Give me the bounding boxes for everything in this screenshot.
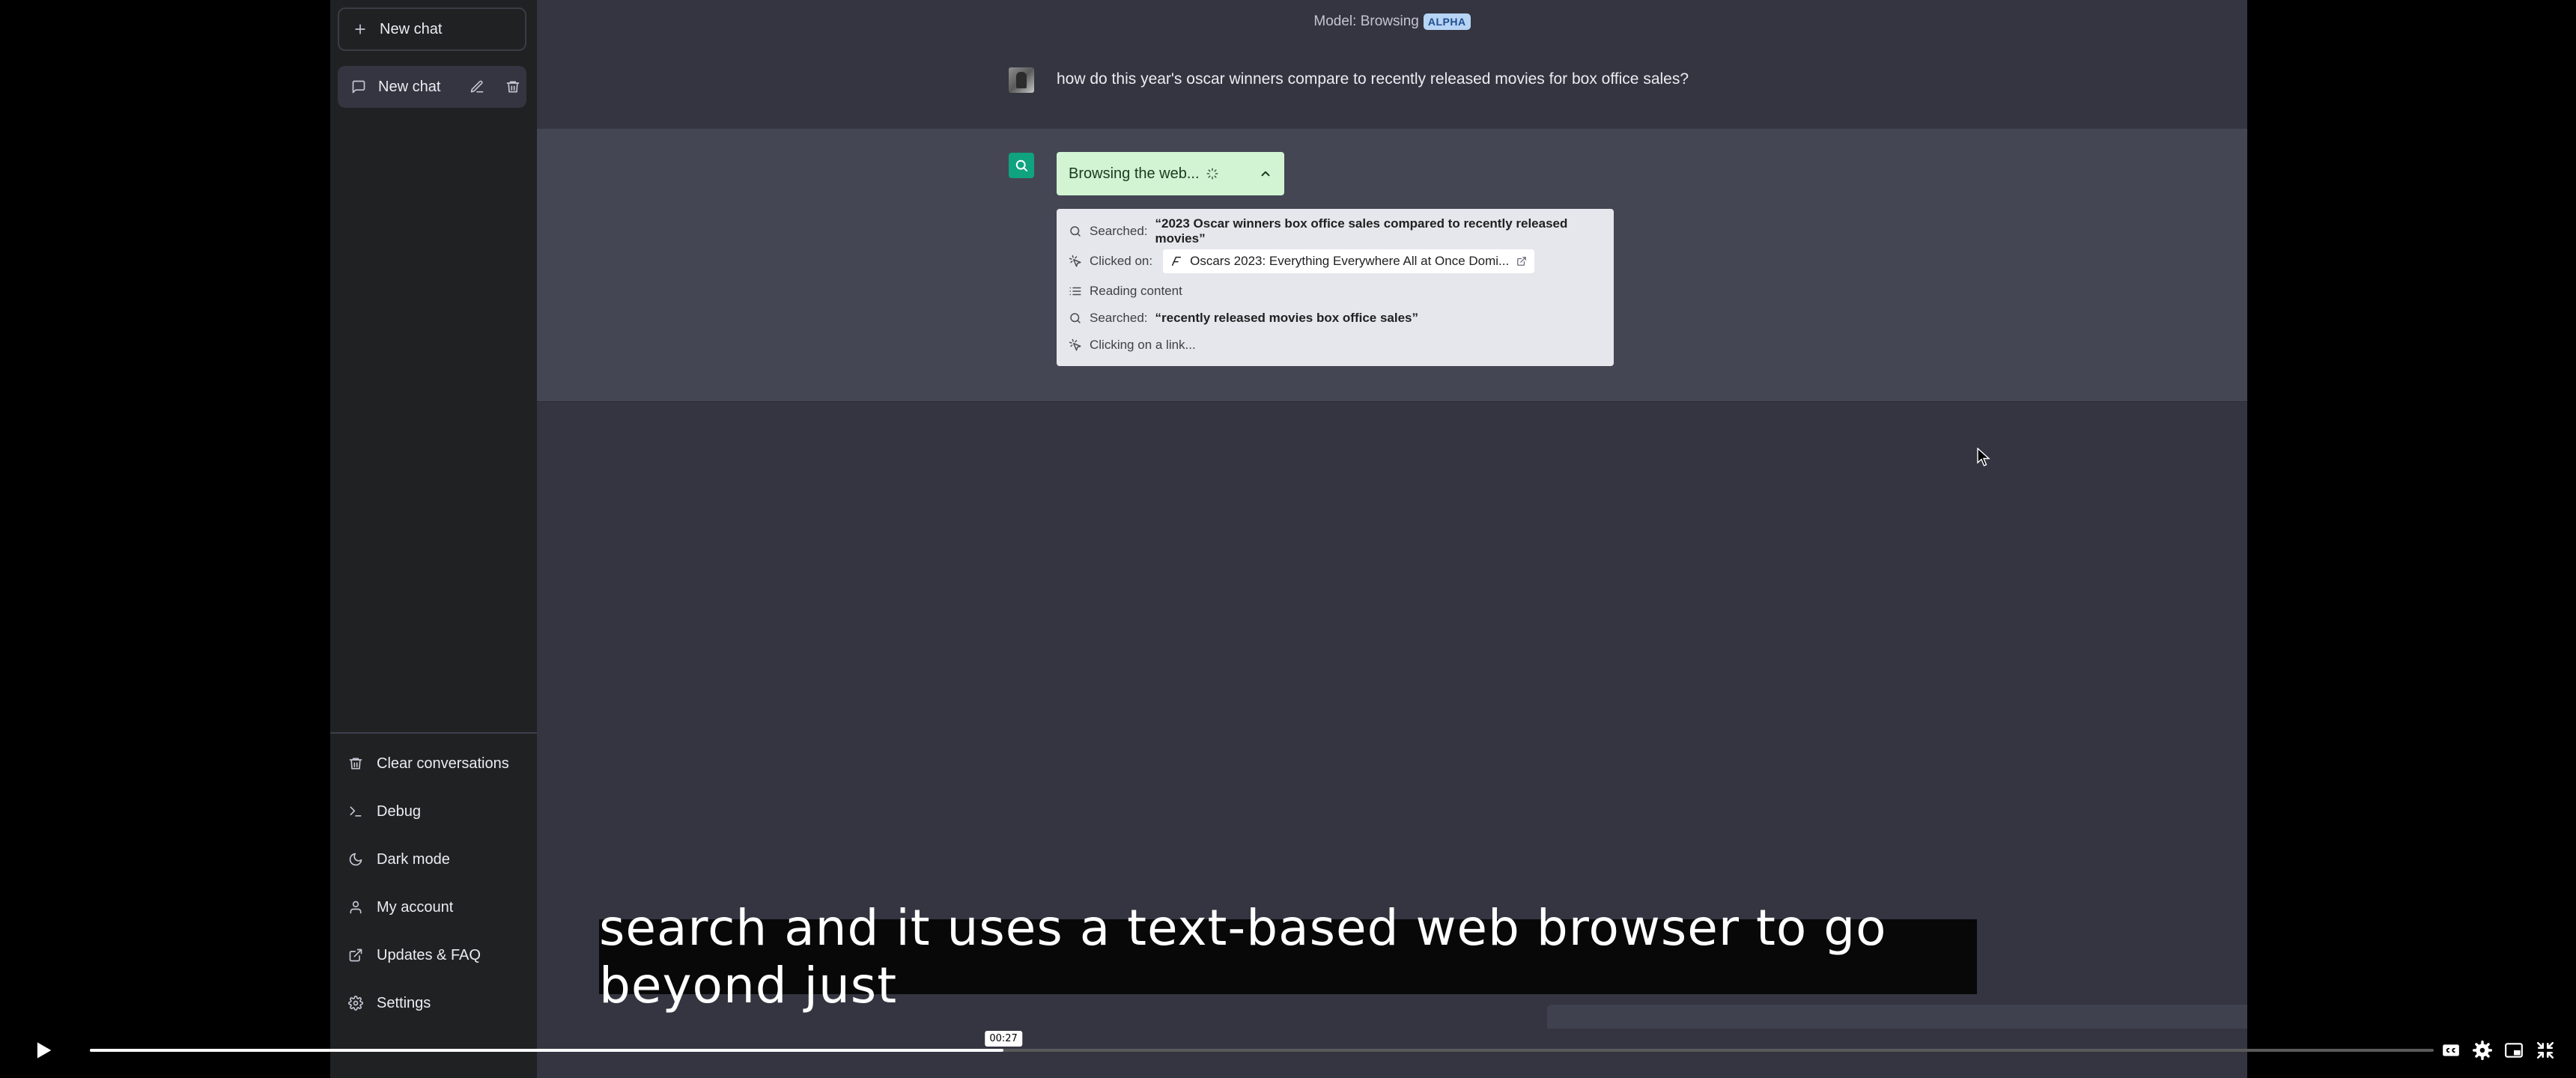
step-text: Clicking on a link... bbox=[1090, 338, 1196, 352]
plus-icon bbox=[355, 24, 365, 34]
trash-icon bbox=[506, 81, 520, 93]
mouse-cursor-icon bbox=[1977, 448, 1990, 466]
video-controls: 00:27 bbox=[0, 1030, 2576, 1078]
closed-captions-icon bbox=[2443, 1044, 2459, 1056]
gear-icon bbox=[2473, 1041, 2492, 1060]
video-settings-button[interactable] bbox=[2471, 1039, 2494, 1062]
browsing-avatar bbox=[1009, 153, 1034, 178]
cursor-click-icon bbox=[1069, 255, 1081, 267]
video-progress-track[interactable]: 00:27 bbox=[90, 1031, 2434, 1052]
message-icon bbox=[352, 80, 365, 94]
step-prefix: Searched: bbox=[1090, 311, 1148, 325]
search-icon bbox=[1070, 313, 1081, 323]
browsing-step-search: Searched: “recently released movies box … bbox=[1069, 305, 1602, 332]
menu-label: My account bbox=[377, 898, 454, 916]
menu-label: Updates & FAQ bbox=[377, 946, 481, 963]
new-chat-label: New chat bbox=[380, 20, 443, 37]
pencil-icon bbox=[470, 80, 484, 93]
captions-button[interactable] bbox=[2440, 1039, 2462, 1062]
spinner-icon bbox=[1206, 168, 1218, 180]
browsing-step-reading: Reading content bbox=[1069, 278, 1602, 305]
video-current-time: 00:27 bbox=[985, 1031, 1022, 1047]
gear-icon bbox=[348, 996, 363, 1011]
sidebar-menu: Clear conversations Debug Dark mode My a… bbox=[330, 732, 537, 1027]
site-favicon-icon bbox=[1172, 256, 1182, 267]
step-query: “recently released movies box office sal… bbox=[1155, 311, 1419, 325]
list-icon bbox=[1069, 287, 1081, 296]
step-prefix: Clicked on: bbox=[1090, 254, 1153, 268]
user-avatar bbox=[1009, 67, 1034, 93]
edit-chat-button[interactable] bbox=[467, 76, 487, 97]
sidebar: New chat New chat Clear conversations De… bbox=[330, 0, 537, 1078]
chevron-up-icon bbox=[1261, 171, 1270, 177]
chat-title: New chat bbox=[378, 78, 441, 95]
search-icon bbox=[1070, 226, 1081, 237]
delete-chat-button[interactable] bbox=[502, 76, 523, 97]
cursor-click-icon bbox=[1069, 338, 1081, 351]
user-icon bbox=[350, 901, 362, 914]
chat-list-item[interactable]: New chat bbox=[338, 66, 526, 108]
model-header: Model: Browsing ALPHA bbox=[537, 0, 2247, 44]
my-account-button[interactable]: My account bbox=[330, 883, 537, 931]
browsing-step-search: Searched: “2023 Oscar winners box office… bbox=[1069, 216, 1602, 246]
browsing-step-clicking: Clicking on a link... bbox=[1069, 332, 1602, 359]
new-chat-button[interactable]: New chat bbox=[338, 7, 526, 51]
exit-fullscreen-button[interactable] bbox=[2534, 1039, 2557, 1062]
menu-label: Settings bbox=[377, 994, 431, 1011]
step-query: “2023 Oscar winners box office sales com… bbox=[1155, 216, 1568, 246]
user-message: how do this year's oscar winners compare… bbox=[537, 43, 2247, 130]
play-icon[interactable] bbox=[30, 1038, 55, 1063]
browsing-steps-panel: Searched: “2023 Oscar winners box office… bbox=[1057, 209, 1614, 366]
external-link-icon bbox=[1517, 257, 1527, 266]
visited-link-title: Oscars 2023: Everything Everywhere All a… bbox=[1190, 254, 1510, 268]
picture-in-picture-icon bbox=[2505, 1043, 2523, 1058]
search-icon bbox=[1015, 159, 1028, 172]
terminal-icon bbox=[350, 806, 362, 817]
menu-label: Debug bbox=[377, 803, 421, 820]
user-message-text: how do this year's oscar winners compare… bbox=[1057, 70, 1689, 88]
debug-button[interactable]: Debug bbox=[330, 788, 537, 835]
updates-faq-link[interactable]: Updates & FAQ bbox=[330, 931, 537, 979]
clear-conversations-button[interactable]: Clear conversations bbox=[330, 740, 537, 788]
video-caption: search and it uses a text-based web brow… bbox=[599, 899, 1977, 1014]
dark-mode-button[interactable]: Dark mode bbox=[330, 835, 537, 883]
step-prefix: Searched: bbox=[1090, 224, 1148, 238]
alpha-badge: ALPHA bbox=[1423, 13, 1471, 30]
model-label: Model: Browsing bbox=[1313, 13, 1419, 29]
menu-label: Dark mode bbox=[377, 850, 450, 868]
browsing-status-toggle[interactable]: Browsing the web... bbox=[1057, 152, 1284, 195]
trash-icon bbox=[349, 758, 362, 770]
step-text: Reading content bbox=[1090, 284, 1182, 298]
picture-in-picture-button[interactable] bbox=[2503, 1039, 2525, 1062]
browsing-status-text: Browsing the web... bbox=[1069, 165, 1200, 182]
menu-label: Clear conversations bbox=[377, 755, 509, 772]
browsing-step-click: Clicked on: Oscars 2023: Everything Ever… bbox=[1069, 245, 1602, 278]
external-link-icon bbox=[349, 948, 362, 962]
video-progress-fill bbox=[90, 1049, 1004, 1052]
exit-fullscreen-icon bbox=[2536, 1041, 2554, 1059]
settings-button[interactable]: Settings bbox=[330, 979, 537, 1027]
assistant-message: Browsing the web... Searched: “2023 Osca… bbox=[537, 129, 2247, 402]
moon-icon bbox=[349, 853, 362, 866]
visited-link-chip[interactable]: Oscars 2023: Everything Everywhere All a… bbox=[1163, 249, 1535, 273]
